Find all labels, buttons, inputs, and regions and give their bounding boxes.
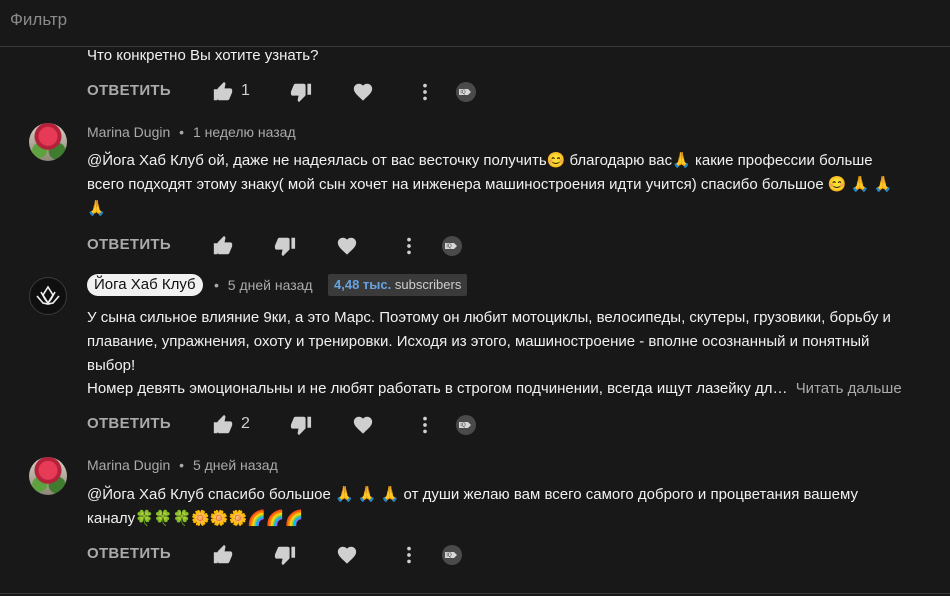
heart-icon[interactable]	[352, 414, 374, 436]
comment-text: Что конкретно Вы хотите узнать?	[87, 47, 319, 64]
thumbs-down-icon[interactable]	[274, 235, 296, 257]
comment-time[interactable]: 5 дней назад	[228, 277, 313, 293]
comment-time[interactable]: 1 неделю назад	[193, 124, 296, 140]
comment-text-line: плавание, упражнения, охоту и тренировки…	[87, 333, 870, 350]
like-count: 2	[241, 415, 250, 432]
read-more-link[interactable]: Читать дальше	[796, 380, 902, 397]
reply-button[interactable]: ОТВЕТИТЬ	[87, 236, 171, 253]
thumbs-up-icon[interactable]	[212, 235, 234, 257]
comment-text-line: каналу🍀🍀🍀🌼🌼🌼🌈🌈🌈	[87, 510, 304, 527]
comment-text-line: Номер девять эмоциональны и не любят раб…	[87, 380, 788, 397]
comment-text-line: @Йога Хаб Клуб ой, даже не надеялась от …	[87, 152, 873, 169]
lotus-logo-icon	[36, 285, 60, 305]
subscriber-label: subscribers	[394, 277, 462, 292]
comment-text-line: У сына сильное влияние 9ки, а это Марс. …	[87, 309, 891, 326]
comment-badge-icon[interactable]	[440, 543, 464, 567]
heart-icon[interactable]	[352, 81, 374, 103]
like-count: 1	[241, 82, 250, 99]
more-vertical-icon[interactable]	[398, 544, 420, 566]
more-vertical-icon[interactable]	[414, 81, 436, 103]
thumbs-up-icon[interactable]	[212, 81, 234, 103]
avatar[interactable]	[29, 457, 67, 495]
filter-input[interactable]: Фильтр	[10, 10, 67, 30]
reply-button[interactable]: ОТВЕТИТЬ	[87, 82, 171, 99]
comment-badge-icon[interactable]	[454, 413, 478, 437]
avatar[interactable]	[29, 277, 67, 315]
comment-time[interactable]: 5 дней назад	[193, 457, 278, 473]
filter-bar: Фильтр	[0, 0, 950, 47]
channel-name-pill[interactable]: Йога Хаб Клуб	[87, 274, 203, 296]
comment-badge-icon[interactable]	[440, 234, 464, 258]
reply-button[interactable]: ОТВЕТИТЬ	[87, 415, 171, 432]
thumbs-down-icon[interactable]	[290, 414, 312, 436]
thumbs-up-icon[interactable]	[212, 544, 234, 566]
subscriber-badge: 4,48 тыс. subscribers	[328, 274, 468, 296]
reply-button[interactable]: ОТВЕТИТЬ	[87, 545, 171, 562]
comment-author[interactable]: Marina Dugin	[87, 457, 170, 473]
meta-separator: •	[214, 277, 219, 293]
more-vertical-icon[interactable]	[414, 414, 436, 436]
comment-text-line: выбор!	[87, 357, 136, 374]
avatar[interactable]	[29, 123, 67, 161]
comment-author[interactable]: Marina Dugin	[87, 124, 170, 140]
comment-text-line: всего подходят этому знаку( мой сын хоче…	[87, 176, 893, 193]
more-vertical-icon[interactable]	[398, 235, 420, 257]
meta-separator: •	[179, 124, 185, 140]
heart-icon[interactable]	[336, 235, 358, 257]
thumbs-down-icon[interactable]	[290, 81, 312, 103]
heart-icon[interactable]	[336, 544, 358, 566]
subscriber-count: 4,48 тыс.	[334, 277, 392, 292]
meta-separator: •	[179, 457, 185, 473]
divider	[0, 593, 950, 594]
thumbs-up-icon[interactable]	[212, 414, 234, 436]
comment-text-line: @Йога Хаб Клуб спасибо большое 🙏 🙏 🙏 от …	[87, 486, 859, 503]
comment-badge-icon[interactable]	[454, 80, 478, 104]
comment-text-line: 🙏	[87, 200, 106, 217]
thumbs-down-icon[interactable]	[274, 544, 296, 566]
